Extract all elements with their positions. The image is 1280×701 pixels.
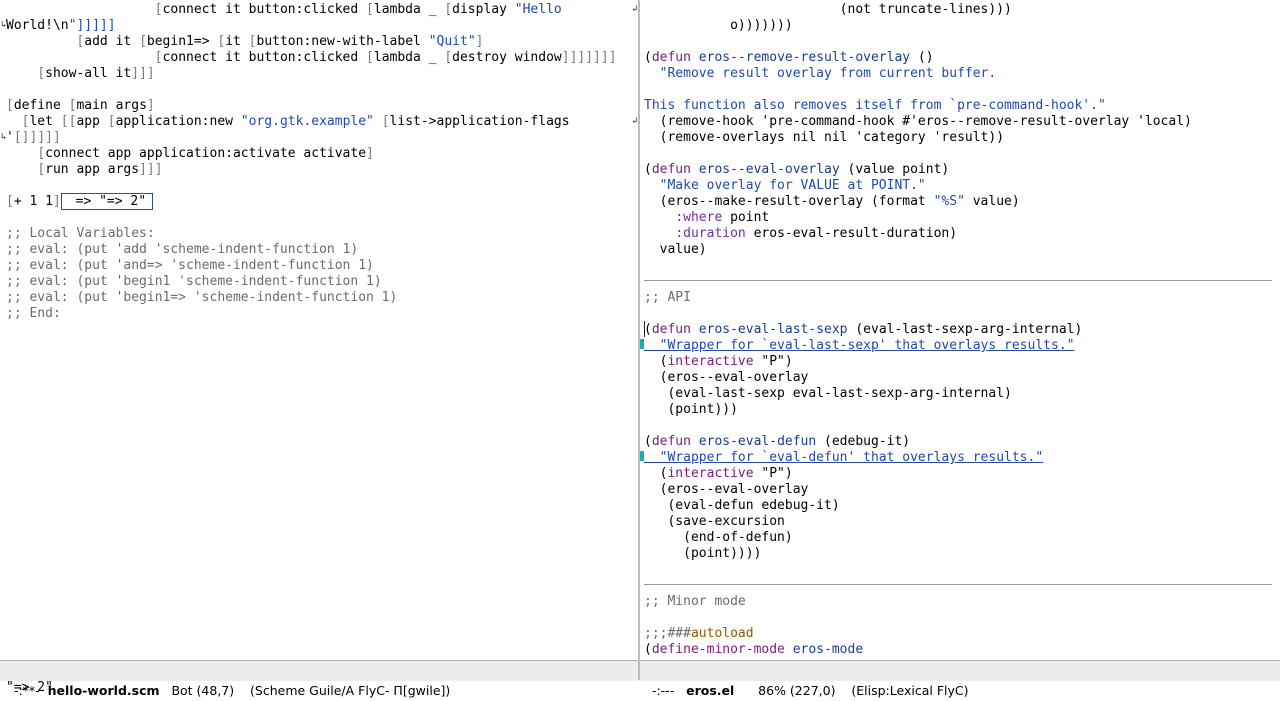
code-line[interactable]: [let [[app [application:new "org.gtk.exa…: [6, 114, 570, 130]
code-line[interactable]: [define [main args]: [6, 98, 155, 114]
code-line[interactable]: This function also removes itself from `…: [644, 98, 1106, 114]
code-line[interactable]: ;; eval: (put 'begin1=> 'scheme-indent-f…: [6, 290, 397, 306]
left-editor-window[interactable]: [connect it button:clicked [lambda _ [di…: [0, 0, 638, 660]
code-line[interactable]: (define-minor-mode eros-mode: [644, 642, 863, 658]
code-line[interactable]: [connect it button:clicked [lambda _ [de…: [6, 50, 617, 66]
wrap-arrow-icon: ↲: [632, 4, 638, 14]
code-line[interactable]: value): [644, 242, 707, 258]
code-line[interactable]: (save-excursion: [644, 514, 784, 530]
code-line[interactable]: [add it [begin1=> [it [button:new-with-l…: [6, 34, 483, 50]
code-line[interactable]: (defun eros-eval-defun (edebug-it): [644, 434, 910, 450]
code-line[interactable]: (point))): [644, 402, 737, 418]
code-line[interactable]: "Wrapper for `eval-defun' that overlays …: [644, 450, 1044, 466]
minibuffer-echo-area[interactable]: "=> 2": [6, 680, 53, 696]
code-line[interactable]: (eval-defun edebug-it): [644, 498, 839, 514]
eval-result-overlay: => "=> 2": [60, 193, 154, 210]
code-line[interactable]: ;; End:: [6, 306, 61, 322]
page-break-rule: [644, 584, 1272, 585]
right-editor-window[interactable]: (not truncate-lines))) o))))))) (defun er…: [640, 0, 1278, 660]
code-line[interactable]: ;; eval: (put 'add 'scheme-indent-functi…: [6, 242, 358, 258]
code-line[interactable]: ;;;###autoload: [644, 626, 754, 642]
mode-line-left[interactable]: -:**- hello-world.scm Bot (48,7) (Scheme…: [0, 660, 638, 698]
code-line[interactable]: o))))))): [644, 18, 793, 34]
code-line[interactable]: ;; eval: (put 'and=> 'scheme-indent-func…: [6, 258, 374, 274]
text-cursor: [644, 321, 645, 337]
code-line[interactable]: (eros--eval-overlay: [644, 482, 809, 498]
wrap-arrow-icon: ↲: [632, 116, 638, 126]
code-line[interactable]: "Make overlay for VALUE at POINT.": [644, 178, 926, 194]
code-line[interactable]: (eros--eval-overlay: [644, 370, 809, 386]
code-line[interactable]: (defun eros--eval-overlay (value point): [644, 162, 949, 178]
code-line[interactable]: ;; API: [644, 290, 691, 306]
code-line[interactable]: [show-all it]]]: [6, 66, 154, 82]
code-line[interactable]: '[]]]]]: [6, 130, 61, 146]
code-line[interactable]: (interactive "P"): [644, 354, 793, 370]
fringe-docstring-marker-icon: [640, 451, 644, 461]
code-line[interactable]: (point)))): [644, 546, 761, 562]
code-line[interactable]: (remove-overlays nil nil 'category 'resu…: [644, 130, 1004, 146]
code-line[interactable]: World!\n"]]]]]: [6, 18, 116, 34]
code-line[interactable]: "Wrapper for `eval-last-sexp' that overl…: [644, 338, 1075, 354]
code-line[interactable]: ;; Minor mode: [644, 594, 746, 610]
code-line[interactable]: [connect app application:activate activa…: [6, 146, 374, 162]
code-line[interactable]: [connect it button:clicked [lambda _ [di…: [6, 2, 562, 18]
code-line[interactable]: (end-of-defun): [644, 530, 793, 546]
code-line[interactable]: "Remove result overlay from current buff…: [644, 66, 997, 82]
code-line[interactable]: :duration eros-eval-result-duration): [644, 226, 957, 242]
mode-line-right[interactable]: -:--- eros.el 86% (227,0) (Elisp:Lexical…: [640, 660, 1280, 698]
code-line[interactable]: (defun eros--remove-result-overlay (): [644, 50, 934, 66]
code-line[interactable]: ;; eval: (put 'begin1 'scheme-indent-fun…: [6, 274, 382, 290]
code-line[interactable]: (eval-last-sexp eval-last-sexp-arg-inter…: [644, 386, 1011, 402]
code-line[interactable]: ;; Local Variables:: [6, 226, 155, 242]
code-line[interactable]: (not truncate-lines))): [644, 2, 1012, 18]
code-line[interactable]: (interactive "P"): [644, 466, 793, 482]
wrap-continuation-icon: ↳: [1, 20, 7, 30]
code-line[interactable]: (defun eros-eval-last-sexp (eval-last-se…: [644, 322, 1082, 338]
page-break-rule: [644, 280, 1272, 281]
fringe-docstring-marker-icon: [640, 339, 644, 349]
wrap-continuation-icon: ↳: [1, 132, 7, 142]
code-line[interactable]: [run app args]]]: [6, 162, 162, 178]
code-line[interactable]: [+ 1 1] => "=> 2": [6, 193, 154, 210]
code-line[interactable]: (eros--make-result-overlay (format "%S" …: [644, 194, 1020, 210]
code-line[interactable]: (remove-hook 'pre-command-hook #'eros--r…: [644, 114, 1192, 130]
code-line[interactable]: :where point: [644, 210, 769, 226]
